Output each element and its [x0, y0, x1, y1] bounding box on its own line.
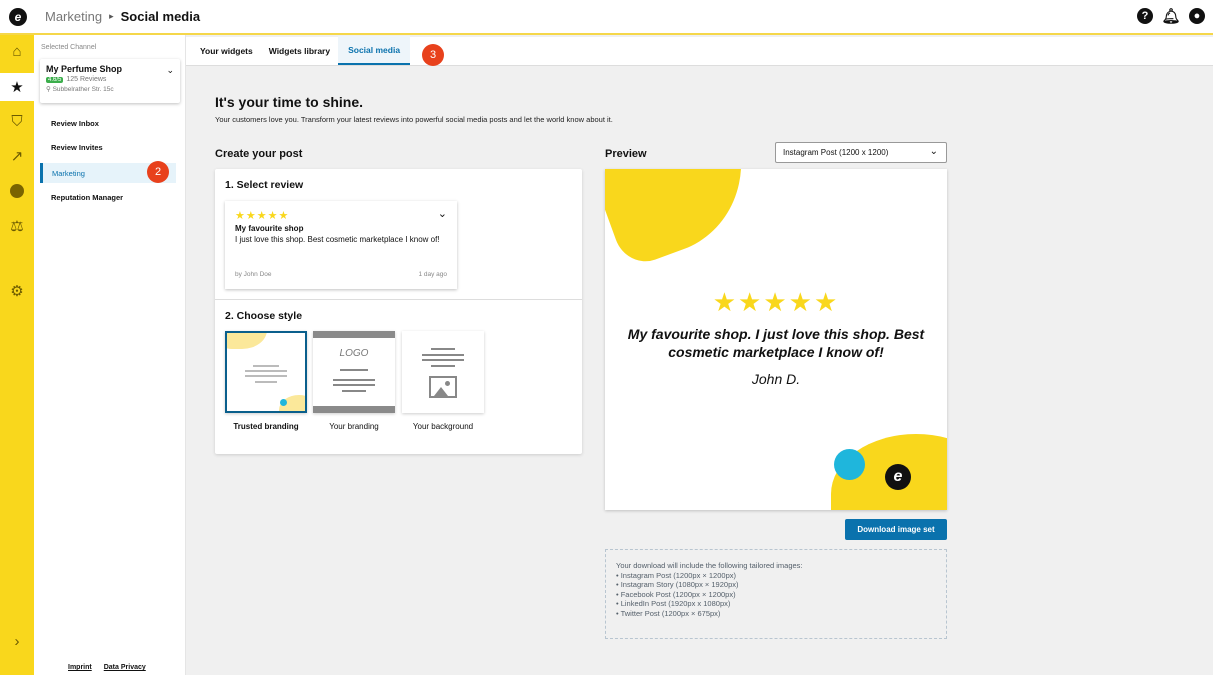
- review-count: 125 Reviews: [66, 76, 107, 83]
- style-your-branding[interactable]: LOGO: [313, 331, 395, 413]
- channel-name: My Perfume Shop: [46, 64, 123, 74]
- help-icon[interactable]: ?: [1137, 8, 1153, 24]
- download-info-item: • Instagram Story (1080px × 1920px): [616, 580, 739, 589]
- sidebar: Selected Channel My Perfume Shop ⌄ 4.6/5…: [34, 35, 186, 675]
- breadcrumb-separator-icon: ▸: [109, 11, 114, 21]
- style-trusted-branding[interactable]: [225, 331, 307, 413]
- image-placeholder-icon: [429, 376, 457, 398]
- select-review-heading: 1. Select review: [225, 179, 304, 191]
- star-icon[interactable]: ★: [0, 73, 34, 101]
- tab-your-widgets[interactable]: Your widgets: [192, 36, 261, 65]
- step-marker-2: 2: [147, 161, 169, 183]
- shield-icon[interactable]: ⛉: [0, 107, 34, 135]
- breadcrumb-current: Social media: [120, 9, 201, 24]
- style-trusted-branding-label: Trusted branding: [233, 422, 299, 431]
- gear-icon[interactable]: ⚙: [0, 277, 34, 305]
- chart-icon[interactable]: ↗: [0, 142, 34, 170]
- bell-icon[interactable]: 🔔︎: [1161, 8, 1180, 25]
- channel-address: Subbelrather Str. 15c: [52, 86, 114, 93]
- sidebar-item-review-inbox[interactable]: Review Inbox: [40, 113, 176, 133]
- imprint-link[interactable]: Imprint: [68, 664, 92, 671]
- review-selector[interactable]: ★★★★★ ⌄ My favourite shop I just love th…: [225, 201, 457, 289]
- preview-quote: My favourite shop. I just love this shop…: [627, 326, 925, 360]
- review-author: by John Doe: [235, 271, 272, 278]
- scales-icon[interactable]: ⚖: [0, 212, 34, 240]
- download-info-item: • Facebook Post (1200px × 1200px): [616, 589, 736, 599]
- chevron-down-icon: ⌄: [437, 208, 447, 220]
- channel-selector[interactable]: My Perfume Shop ⌄ 4.6/5 125 Reviews ⚲ Su…: [40, 59, 180, 103]
- decorative-blob: [605, 169, 768, 270]
- sidebar-item-review-invites[interactable]: Review Invites: [40, 137, 176, 157]
- download-info-intro: Your download will include the following…: [616, 561, 803, 570]
- step-marker-3: 3: [422, 44, 444, 66]
- preview-stars: ★★★★★: [712, 287, 840, 317]
- tab-social-media[interactable]: Social media: [338, 36, 411, 65]
- page-intro: Your customers love you. Transform your …: [215, 115, 613, 124]
- tab-widgets-library[interactable]: Widgets library: [261, 36, 338, 65]
- section-divider: [215, 299, 582, 300]
- review-title: My favourite shop: [235, 224, 304, 233]
- brand-logo-icon: e: [885, 464, 911, 490]
- review-age: 1 day ago: [418, 271, 447, 278]
- review-stars: ★★★★★: [235, 210, 290, 222]
- download-image-set-button[interactable]: Download image set: [845, 519, 947, 540]
- rating-badge: 4.6/5: [46, 76, 64, 83]
- post-preview: e ★★★★★ My favourite shop. I just love t…: [605, 169, 947, 510]
- footer-links: Imprint Data Privacy: [68, 664, 146, 671]
- account-icon[interactable]: ●: [1189, 8, 1205, 24]
- style-your-branding-label: Your branding: [329, 422, 379, 431]
- home-icon[interactable]: ⌂: [0, 37, 34, 65]
- preview-author: John D.: [751, 371, 801, 387]
- style-your-background-label: Your background: [412, 422, 474, 431]
- decorative-circle: [834, 449, 865, 480]
- header-actions: ? 🔔︎ ●: [1137, 8, 1205, 25]
- page-title: It's your time to shine.: [215, 94, 364, 110]
- review-body: I just love this shop. Best cosmetic mar…: [235, 235, 440, 244]
- tab-bar: Your widgets Widgets library Social medi…: [186, 36, 1213, 66]
- download-info-item: • Twitter Post (1200px × 675px): [616, 608, 721, 618]
- app-rail: ⌂ ★ ⛉ ↗ ⚖ ⚙ ›: [0, 35, 34, 675]
- brand-logo[interactable]: e: [9, 7, 27, 26]
- breadcrumb: Marketing ▸ Social media: [45, 9, 200, 24]
- choose-style-heading: 2. Choose style: [225, 310, 303, 322]
- sidebar-item-reputation-manager[interactable]: Reputation Manager: [40, 187, 176, 207]
- format-select-value: Instagram Post (1200 x 1200): [783, 148, 889, 157]
- download-info-item: • Instagram Post (1200px × 1200px): [616, 570, 736, 580]
- format-select[interactable]: Instagram Post (1200 x 1200) ⌄: [775, 142, 947, 163]
- download-info-item: • LinkedIn Post (1920px x 1080px): [616, 599, 731, 608]
- location-pin-icon: ⚲: [46, 86, 51, 93]
- create-post-heading: Create your post: [215, 148, 303, 160]
- selected-channel-label: Selected Channel: [41, 44, 97, 51]
- breadcrumb-parent[interactable]: Marketing: [45, 9, 102, 24]
- top-bar: e Marketing ▸ Social media ? 🔔︎ ●: [0, 0, 1213, 35]
- style-your-background[interactable]: [402, 331, 484, 413]
- download-info-box: Your download will include the following…: [605, 549, 947, 639]
- create-post-card: 1. Select review ★★★★★ ⌄ My favourite sh…: [215, 169, 582, 454]
- logo-placeholder: LOGO: [339, 348, 369, 359]
- chevron-down-icon: ⌄: [166, 65, 174, 75]
- preview-heading: Preview: [605, 148, 647, 160]
- chevron-down-icon: ⌄: [929, 146, 938, 157]
- data-privacy-link[interactable]: Data Privacy: [104, 664, 146, 671]
- e-icon[interactable]: [0, 177, 34, 205]
- expand-chevron-icon[interactable]: ›: [0, 627, 34, 655]
